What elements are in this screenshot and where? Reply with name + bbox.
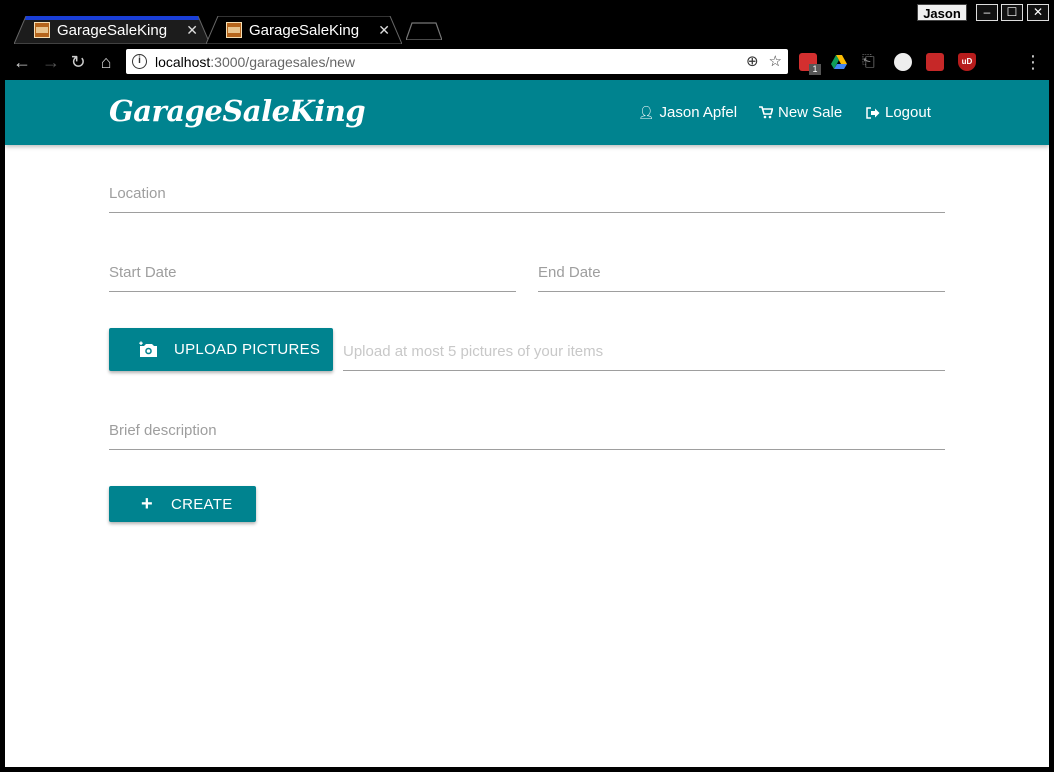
tab-garagesaleking-active[interactable]: GarageSaleKing ✕ [14, 16, 210, 44]
site-navbar: GarageSaleKing 👤︎ Jason Apfel New Sale L… [5, 80, 1049, 145]
red-extension-icon[interactable] [926, 53, 944, 71]
tab-title: GarageSaleKing [249, 21, 360, 39]
nav-user-label: Jason Apfel [659, 104, 738, 121]
nav-logout-link[interactable]: Logout [866, 104, 931, 121]
tab-title: GarageSaleKing [57, 21, 168, 39]
reload-icon[interactable]: ↻ [68, 52, 88, 72]
url-host: localhost [155, 53, 211, 70]
close-tab-icon[interactable]: ✕ [186, 22, 198, 39]
end-date-input[interactable] [538, 254, 945, 291]
home-icon[interactable]: ⌂ [96, 52, 116, 72]
back-arrow-icon[interactable]: ← [12, 52, 32, 72]
bookmark-star-icon[interactable]: ☆ [769, 52, 782, 70]
user-icon: 👤︎ [638, 104, 655, 120]
omnibox-actions: ⊕ ☆ [746, 52, 782, 70]
kebab-menu-icon[interactable]: ⋮ [1024, 52, 1042, 73]
profile-badge[interactable]: Jason [917, 4, 967, 21]
nav-user-link[interactable]: 👤︎ Jason Apfel [638, 104, 737, 121]
close-window-button[interactable]: ✕ [1027, 4, 1049, 21]
forward-arrow-icon[interactable]: → [41, 52, 61, 72]
upload-pictures-button[interactable]: Upload Pictures [109, 328, 333, 371]
ublock-shield-icon[interactable]: uD [958, 53, 976, 71]
logout-icon [866, 106, 880, 119]
create-button[interactable]: + Create [109, 486, 256, 522]
add-photo-camera-icon [139, 341, 157, 357]
upload-path-input[interactable] [343, 332, 945, 370]
upload-pictures-label: Upload Pictures [174, 341, 321, 358]
description-field [109, 411, 945, 450]
description-input[interactable] [109, 411, 945, 449]
google-drive-extension-icon[interactable] [830, 53, 848, 71]
location-input[interactable] [109, 175, 945, 212]
start-date-field [109, 254, 516, 292]
window-border-right [1049, 80, 1054, 772]
create-label: Create [170, 495, 233, 513]
brand-logo[interactable]: GarageSaleKing [109, 94, 366, 128]
browser-toolbar: ← → ↻ ⌂ i localhost:3000/garagesales/new… [0, 44, 1054, 80]
nav-logout-label: Logout [885, 104, 931, 121]
minimize-button[interactable]: – [976, 4, 998, 21]
end-date-field [538, 254, 945, 292]
upload-path-field [343, 332, 945, 371]
location-target-icon[interactable]: ⊕ [746, 52, 759, 70]
url-path: :3000/garagesales/new [210, 53, 356, 70]
address-bar[interactable]: i localhost:3000/garagesales/new ⊕ ☆ [126, 49, 788, 74]
nav-new-sale-link[interactable]: New Sale [759, 104, 842, 121]
shopping-cart-icon [759, 106, 773, 119]
start-date-input[interactable] [109, 254, 516, 291]
nav-new-sale-label: New Sale [778, 104, 843, 121]
browser-tab-strip: GarageSaleKing ✕ GarageSaleKing ✕ Jason … [0, 0, 1054, 44]
page-viewport: GarageSaleKing 👤︎ Jason Apfel New Sale L… [5, 80, 1049, 767]
garage-sale-favicon-icon [226, 22, 242, 38]
close-tab-icon[interactable]: ✕ [378, 22, 390, 39]
tab-garagesaleking[interactable]: GarageSaleKing ✕ [206, 16, 402, 44]
extension-count-badge: 1 [809, 64, 821, 75]
new-tab-button[interactable] [406, 22, 442, 40]
circle-extension-icon[interactable] [894, 53, 912, 71]
location-field [109, 175, 945, 213]
bookmark-extension-icon[interactable]: ⎗ [862, 53, 880, 71]
info-icon[interactable]: i [132, 54, 147, 69]
maximize-button[interactable]: ☐ [1001, 4, 1023, 21]
plus-icon: + [141, 492, 153, 515]
garage-sale-favicon-icon [34, 22, 50, 38]
